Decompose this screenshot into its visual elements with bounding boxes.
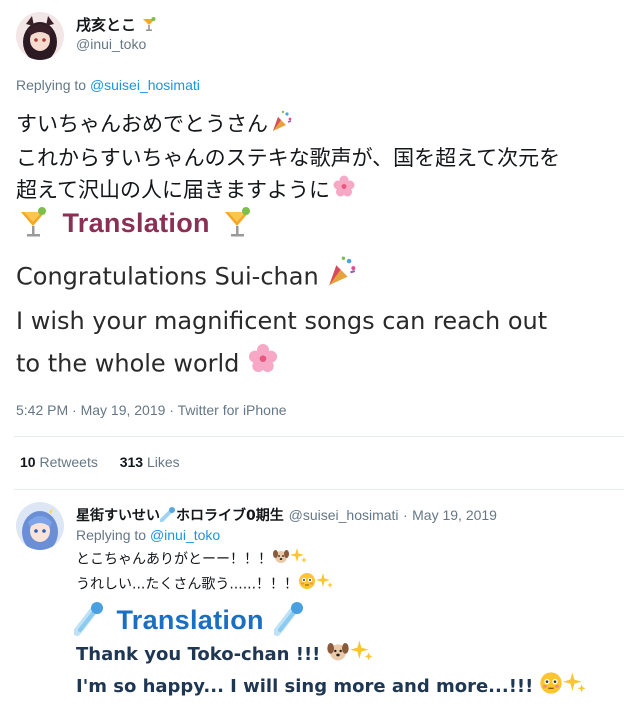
author-handle[interactable]: @inui_toko bbox=[76, 36, 146, 52]
retweets-label: Retweets bbox=[39, 454, 98, 470]
party-popper-icon bbox=[270, 109, 294, 142]
cherry-blossom-icon bbox=[247, 342, 279, 387]
party-popper-icon bbox=[325, 254, 359, 301]
retweets-count: 10 bbox=[20, 454, 36, 470]
reply-translation-header: Translation bbox=[73, 600, 306, 642]
likes-count: 313 bbox=[119, 454, 144, 470]
flushed-face-icon bbox=[539, 671, 563, 703]
reply-jp-line-1: とこちゃんありがとーー！！！ bbox=[76, 551, 272, 568]
jp-line-3: 超えて沢山の人に届きますように bbox=[16, 177, 330, 202]
replying-prefix: Replying to bbox=[16, 77, 87, 93]
jp-line-1: すいちゃんおめでとうさん bbox=[16, 112, 268, 136]
reply-en-line-1: Thank you Toko-chan !!! bbox=[76, 644, 321, 665]
comet-icon bbox=[159, 506, 176, 526]
sparkles-icon bbox=[290, 547, 308, 572]
flushed-face-icon bbox=[298, 572, 316, 597]
sparkles-icon bbox=[563, 671, 587, 703]
translation-text: Congratulations Sui-chan I wish your mag… bbox=[16, 254, 547, 387]
reply-jp-line-2: うれしい...たくさん歌う......！！！ bbox=[76, 576, 299, 593]
reply-translation-heading: Translation bbox=[116, 605, 264, 635]
replying-to-link[interactable]: @suisei_hosimati bbox=[90, 77, 200, 93]
tweet-timestamp[interactable]: 5:42 PM · May 19, 2019 · Twitter for iPh… bbox=[16, 402, 287, 418]
sparkles-icon bbox=[350, 639, 374, 671]
dog-face-icon bbox=[326, 639, 350, 671]
cocktail-icon-left bbox=[18, 204, 50, 243]
likes-label: Likes bbox=[146, 454, 180, 470]
en-line-2: I wish your magnificent songs can reach … bbox=[16, 307, 548, 335]
engagement-stats: 10 Retweets 313 Likes bbox=[20, 454, 180, 470]
reply-en-line-2: I'm so happy... I will sing more and mor… bbox=[76, 676, 534, 697]
en-line-1: Congratulations Sui-chan bbox=[16, 262, 319, 291]
reply-author-avatar[interactable] bbox=[16, 502, 64, 550]
likes-stat[interactable]: 313 Likes bbox=[120, 454, 180, 470]
comet-icon-left bbox=[73, 600, 106, 641]
reply-date[interactable]: May 19, 2019 bbox=[412, 507, 497, 523]
divider bbox=[14, 436, 624, 437]
reply-jp-text: とこちゃんありがとーー！！！ うれしい...たくさん歌う......！！！ bbox=[76, 547, 334, 597]
reply-author-name[interactable]: 星街すいせい ホロライブ0期生 bbox=[76, 506, 289, 526]
dog-face-icon bbox=[272, 547, 290, 572]
author-name[interactable]: 戌亥とこ bbox=[76, 14, 157, 36]
reply-author-handle[interactable]: @suisei_hosimati bbox=[289, 507, 399, 523]
divider bbox=[14, 489, 624, 490]
reply-author-name-text: 星街すいせい bbox=[76, 508, 160, 524]
reply-replying-to-line: Replying to @inui_toko bbox=[76, 527, 220, 543]
reply-replying-prefix: Replying to bbox=[76, 527, 147, 543]
reply-replying-to-link[interactable]: @inui_toko bbox=[150, 527, 220, 543]
tweet-jp-text: すいちゃんおめでとうさん これからすいちゃんのステキな歌声が、国を超えて次元を … bbox=[16, 108, 560, 207]
separator-dot: · bbox=[403, 507, 408, 523]
reply-author-name-suffix: ホロライブ0期生 bbox=[176, 508, 284, 524]
translation-heading: Translation bbox=[62, 208, 210, 238]
reply-header: 星街すいせい ホロライブ0期生 @suisei_hosimati · May 1… bbox=[76, 505, 497, 526]
cherry-blossom-icon bbox=[332, 174, 356, 207]
author-avatar[interactable] bbox=[16, 12, 64, 60]
jp-line-2: これからすいちゃんのステキな歌声が、国を超えて次元を bbox=[16, 145, 561, 170]
replying-to-line: Replying to @suisei_hosimati bbox=[16, 77, 200, 93]
translation-header: Translation bbox=[18, 204, 254, 248]
comet-icon-right bbox=[273, 600, 306, 641]
cocktail-icon-right bbox=[222, 204, 254, 243]
sparkles-icon bbox=[316, 572, 334, 597]
retweets-stat[interactable]: 10 Retweets bbox=[20, 454, 102, 470]
en-line-3: to the whole world bbox=[16, 349, 240, 378]
reply-translation-text: Thank you Toko-chan !!! I'm so happy... … bbox=[76, 639, 587, 703]
cocktail-icon bbox=[141, 16, 157, 36]
author-name-text[interactable]: 戌亥とこ bbox=[76, 16, 136, 34]
